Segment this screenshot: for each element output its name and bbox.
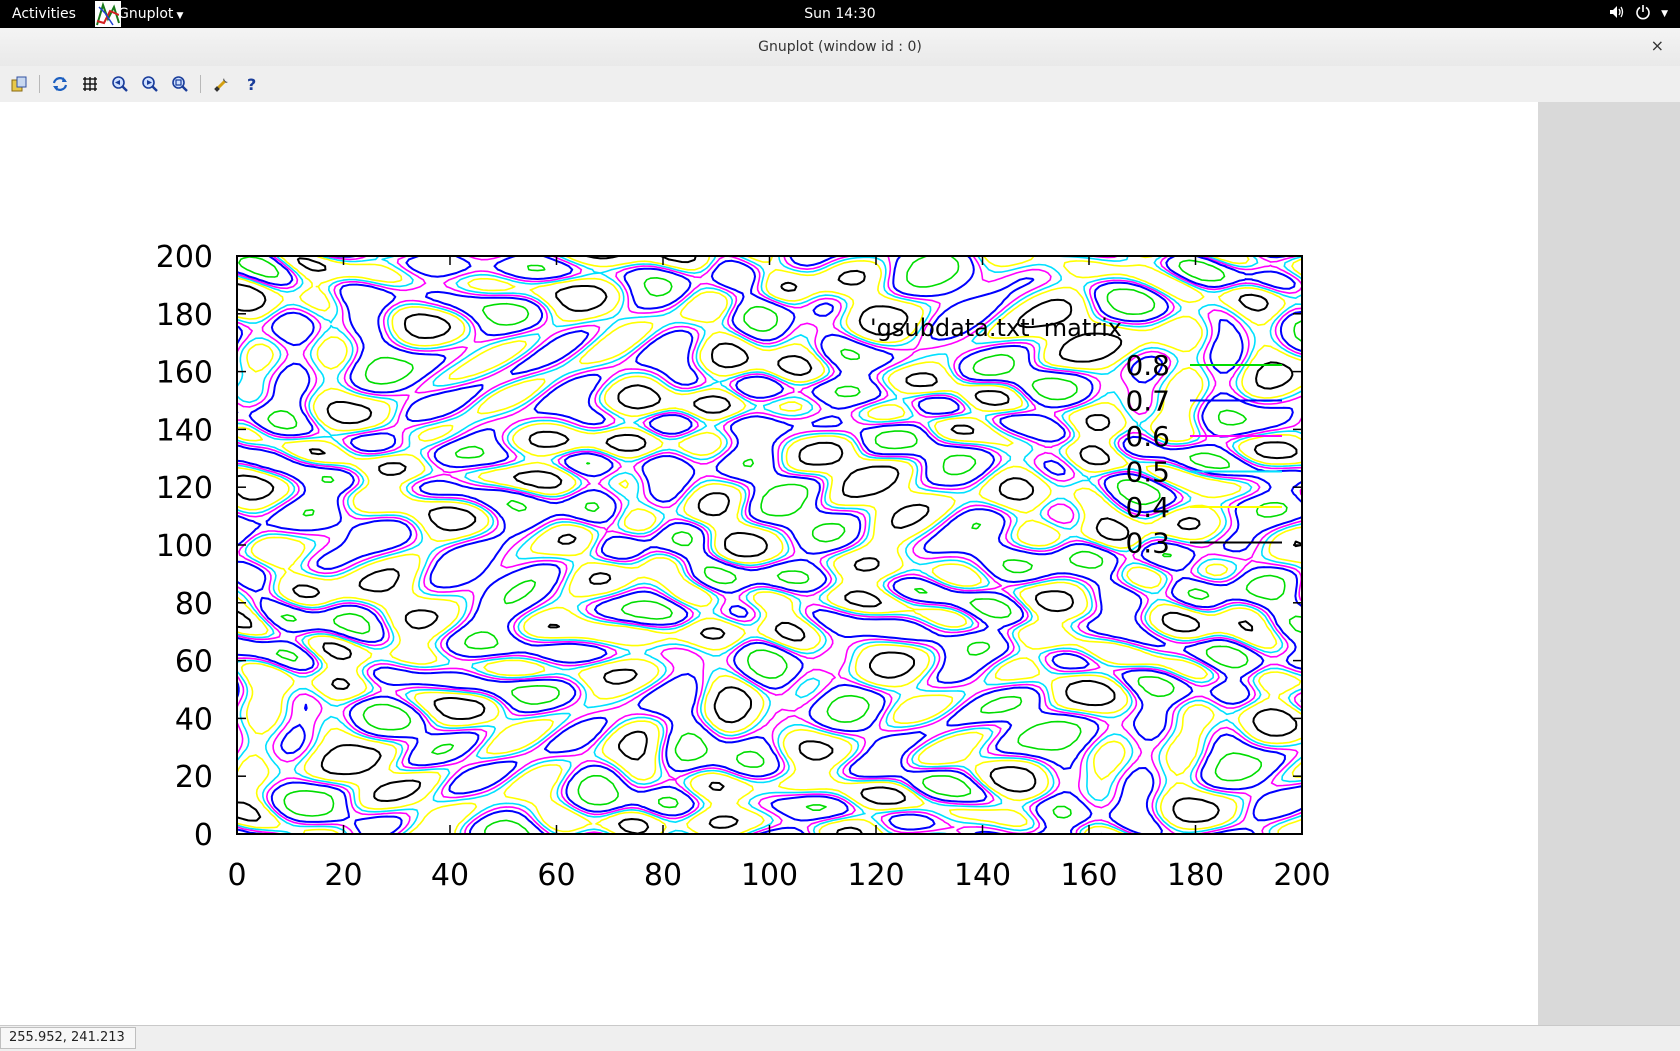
- x-tick-label: 160: [1060, 858, 1117, 893]
- legend-level-label: 0.6: [1125, 420, 1170, 453]
- y-tick-label: 140: [156, 413, 213, 448]
- copy-to-clipboard-icon: [11, 76, 27, 92]
- svg-text:?: ?: [247, 75, 256, 93]
- legend-level-label: 0.3: [1125, 527, 1170, 560]
- system-menu[interactable]: ▼: [1609, 4, 1668, 24]
- x-tick-label: 100: [741, 858, 798, 893]
- x-axis-tick-labels: 0 20 40 60 80 100 120 140 160 180 200: [227, 858, 1330, 893]
- grid-button[interactable]: [80, 74, 100, 94]
- copy-to-clipboard-button[interactable]: [9, 74, 29, 94]
- settings-button[interactable]: [212, 74, 232, 94]
- x-tick-label: 120: [847, 858, 904, 893]
- gnome-top-bar: Activities Gnuplot ▼ Sun 14:30 ▼: [0, 0, 1680, 28]
- help-button[interactable]: ?: [242, 74, 262, 94]
- y-tick-label: 0: [194, 818, 213, 853]
- y-tick-label: 60: [175, 645, 213, 680]
- contour-chart[interactable]: 0 20 40 60 80 100 120 140 160 180 200 0 20 40 60 80 100…: [0, 102, 1538, 1025]
- close-window-button[interactable]: ×: [1651, 36, 1664, 55]
- y-tick-label: 120: [156, 471, 213, 506]
- legend-level-label: 0.5: [1125, 456, 1170, 489]
- zoom-previous-icon: [112, 76, 128, 92]
- x-tick-label: 140: [954, 858, 1011, 893]
- replot-icon: [52, 77, 68, 91]
- toolbar: ?: [0, 66, 1680, 103]
- y-tick-label: 200: [156, 240, 213, 275]
- legend-level-label: 0.7: [1125, 385, 1170, 418]
- plot-canvas[interactable]: 0 20 40 60 80 100 120 140 160 180 200 0 20 40 60 80 100…: [0, 102, 1538, 1025]
- y-tick-label: 100: [156, 529, 213, 564]
- power-icon: [1635, 4, 1651, 24]
- chevron-down-icon: ▼: [176, 11, 184, 21]
- settings-icon: [214, 78, 228, 92]
- clock[interactable]: Sun 14:30: [804, 6, 875, 22]
- mouse-coordinates: 255.952, 241.213: [0, 1027, 136, 1049]
- chevron-down-icon: ▼: [1661, 9, 1668, 19]
- app-menu-label: Gnuplot: [118, 6, 174, 22]
- y-tick-label: 160: [156, 356, 213, 391]
- window-title-bar: Gnuplot (window id : 0) ×: [0, 28, 1680, 66]
- legend-level-label: 0.8: [1125, 349, 1170, 382]
- grid-icon: [83, 77, 97, 91]
- window-right-strip: [1538, 102, 1680, 1025]
- volume-icon: [1609, 4, 1625, 24]
- zoom-next-icon: [142, 76, 158, 92]
- replot-button[interactable]: [50, 74, 70, 94]
- zoom-next-button[interactable]: [140, 74, 160, 94]
- y-tick-label: 20: [175, 760, 213, 795]
- legend-title: 'gsubdata.txt' matrix: [870, 314, 1122, 342]
- x-tick-label: 20: [324, 858, 362, 893]
- x-tick-label: 80: [644, 858, 682, 893]
- help-icon: ?: [247, 75, 256, 93]
- x-tick-label: 0: [227, 858, 246, 893]
- window-title: Gnuplot (window id : 0): [758, 39, 922, 55]
- toolbar-separator: [39, 75, 40, 93]
- toolbar-separator: [200, 75, 201, 93]
- zoom-reset-button[interactable]: [170, 74, 190, 94]
- x-tick-label: 60: [537, 858, 575, 893]
- y-axis-tick-labels: 0 20 40 60 80 100 120 140 160 180 200: [156, 240, 213, 853]
- zoom-previous-button[interactable]: [110, 74, 130, 94]
- x-tick-label: 40: [431, 858, 469, 893]
- y-tick-label: 180: [156, 298, 213, 333]
- status-bar: 255.952, 241.213: [0, 1025, 1680, 1051]
- legend-level-label: 0.4: [1125, 491, 1170, 524]
- y-tick-label: 80: [175, 587, 213, 622]
- x-tick-label: 180: [1167, 858, 1224, 893]
- activities-button[interactable]: Activities: [12, 6, 76, 22]
- x-tick-label: 200: [1273, 858, 1330, 893]
- zoom-reset-icon: [172, 76, 188, 92]
- app-menu[interactable]: Gnuplot ▼: [118, 6, 183, 22]
- y-tick-label: 40: [175, 702, 213, 737]
